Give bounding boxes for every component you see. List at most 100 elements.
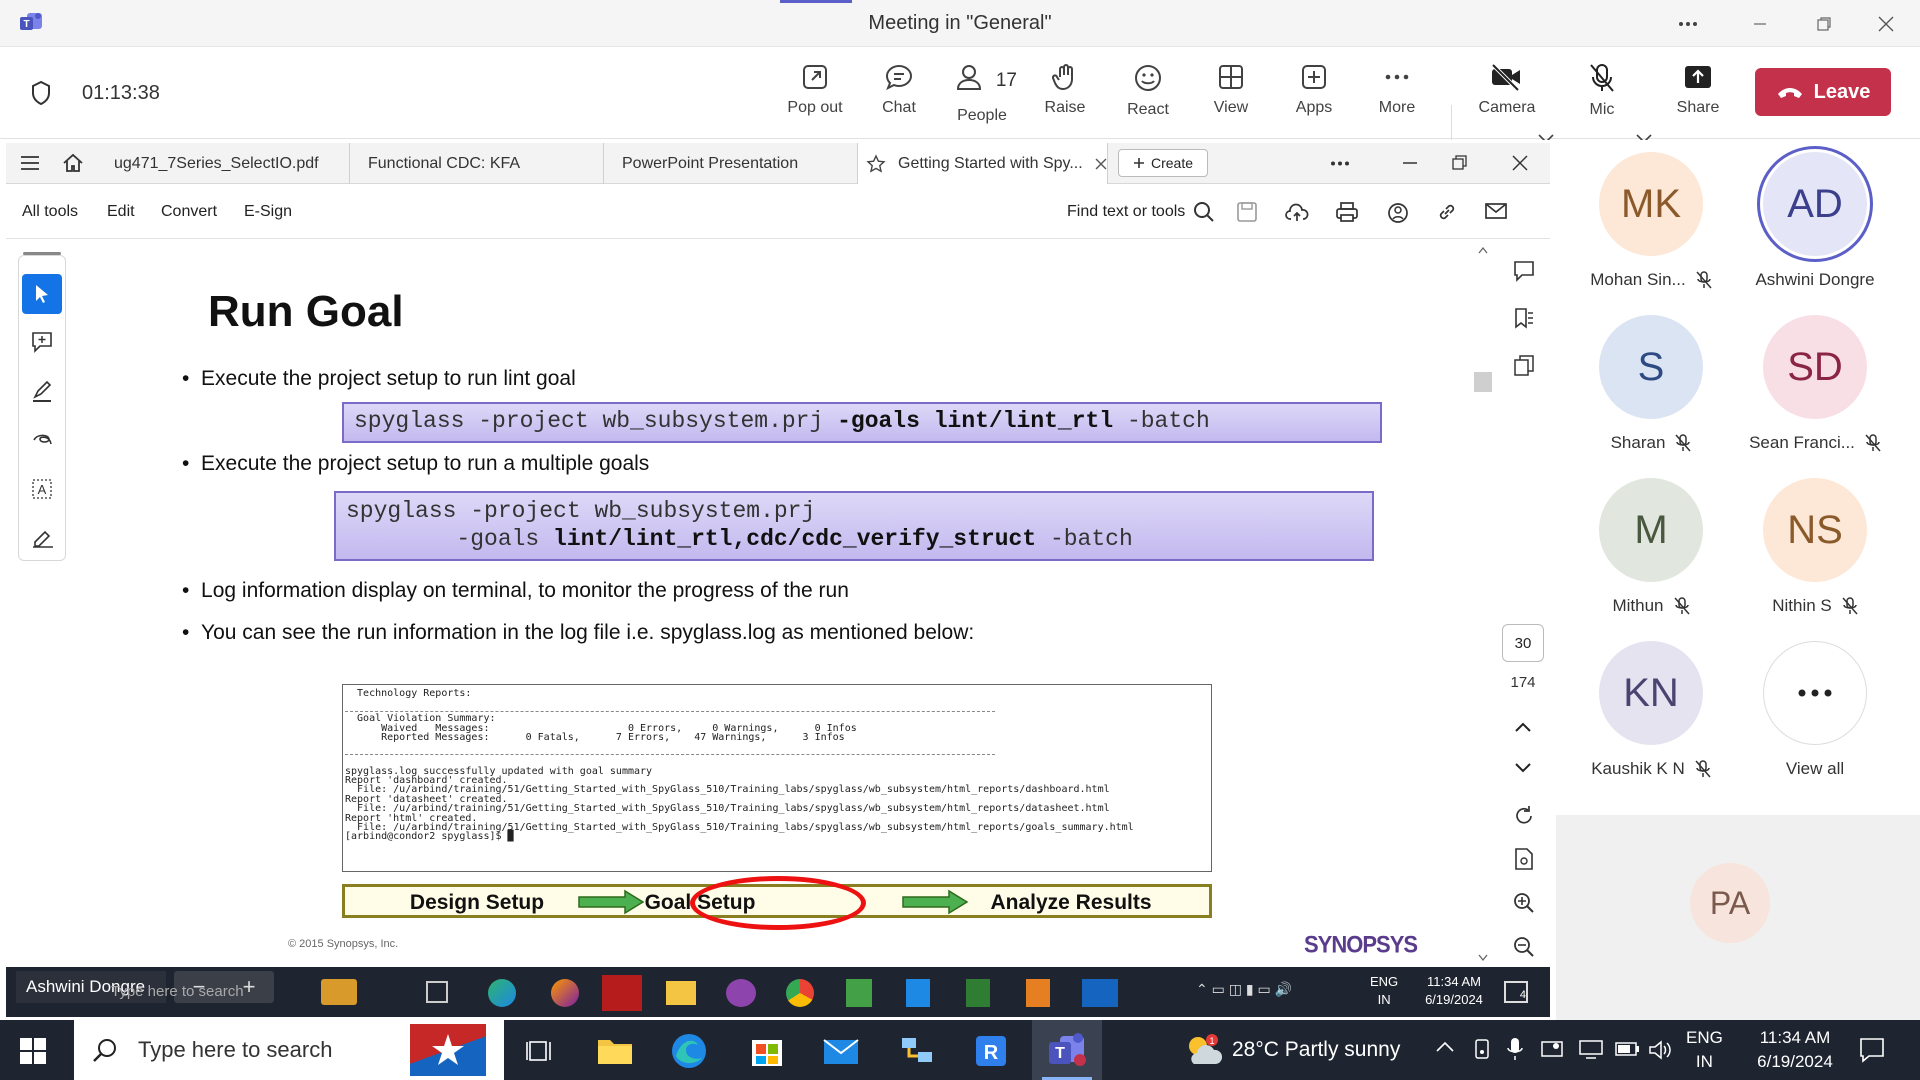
- close-tab-icon[interactable]: [1095, 158, 1107, 170]
- inner-app-icon[interactable]: [846, 979, 872, 1007]
- taskbar-search-box[interactable]: Type here to search: [74, 1020, 504, 1080]
- create-button[interactable]: Create: [1118, 149, 1208, 177]
- tab-functional-cdc[interactable]: Functional CDC: KFA: [350, 143, 604, 184]
- link-icon[interactable]: [1436, 201, 1458, 223]
- next-page-icon[interactable]: [1515, 763, 1531, 773]
- inner-doc-icon[interactable]: [906, 979, 930, 1007]
- inner-notification-icon[interactable]: 4: [1504, 981, 1528, 1003]
- print-icon[interactable]: [1335, 201, 1359, 223]
- tray-volume-icon[interactable]: [1648, 1038, 1674, 1062]
- edge-browser-icon[interactable]: [668, 1030, 710, 1072]
- weather-icon[interactable]: 1: [1182, 1032, 1222, 1068]
- inner-firefox-icon[interactable]: [551, 979, 579, 1007]
- select-tool-button[interactable]: [22, 274, 62, 314]
- email-icon[interactable]: [1485, 202, 1507, 220]
- tab-powerpoint[interactable]: PowerPoint Presentation: [604, 143, 858, 184]
- mail-icon[interactable]: [820, 1030, 862, 1072]
- participant-tile[interactable]: SD Sean Franci...: [1735, 315, 1895, 453]
- windows-start-icon[interactable]: [20, 1038, 46, 1064]
- inner-app-icon[interactable]: [1026, 979, 1050, 1007]
- tray-battery-icon[interactable]: [1614, 1040, 1640, 1058]
- home-icon[interactable]: [62, 153, 84, 173]
- tab-getting-started[interactable]: Getting Started with Spy...: [858, 143, 1108, 184]
- leave-button[interactable]: Leave: [1755, 68, 1891, 116]
- inner-clock[interactable]: 11:34 AM 6/19/2024: [1414, 973, 1494, 1009]
- acrobat-close-button[interactable]: [1512, 155, 1528, 171]
- inner-app-icon[interactable]: [726, 979, 756, 1007]
- restore-button[interactable]: [1810, 10, 1838, 38]
- microsoft-store-icon[interactable]: [746, 1030, 788, 1072]
- find-tools-field[interactable]: Find text or tools: [1067, 203, 1185, 221]
- zoom-out-icon[interactable]: [1513, 936, 1535, 958]
- people-button[interactable]: 17 People: [947, 63, 1017, 125]
- weather-text[interactable]: 28°C Partly sunny: [1232, 1038, 1400, 1062]
- rotate-icon[interactable]: [1513, 805, 1535, 827]
- scroll-thumb[interactable]: [1474, 372, 1492, 392]
- text-box-icon[interactable]: A: [31, 478, 53, 500]
- tray-mic-icon[interactable]: [1506, 1036, 1524, 1062]
- acrobat-restore-button[interactable]: [1452, 155, 1468, 171]
- apps-button[interactable]: Apps: [1279, 63, 1349, 117]
- scroll-down-icon[interactable]: [1478, 954, 1488, 962]
- zoom-in-control[interactable]: +: [243, 974, 256, 1000]
- task-view-icon[interactable]: [526, 1038, 554, 1064]
- more-options-icon[interactable]: [1674, 10, 1702, 38]
- tray-network-icon[interactable]: [1578, 1038, 1604, 1060]
- teams-taskbar-button[interactable]: T: [1032, 1020, 1102, 1080]
- page-extract-icon[interactable]: [1513, 847, 1535, 871]
- inner-mail-icon[interactable]: [1082, 979, 1118, 1007]
- view-all-button[interactable]: View all: [1735, 641, 1895, 779]
- inner-edge-icon[interactable]: [488, 979, 516, 1007]
- menu-esign[interactable]: E-Sign: [244, 203, 292, 221]
- tab-overflow-icon[interactable]: [1330, 161, 1350, 166]
- participant-tile[interactable]: M Mithun: [1571, 478, 1731, 616]
- draw-freehand-icon[interactable]: [31, 428, 53, 450]
- more-button[interactable]: More: [1362, 63, 1432, 117]
- inner-language[interactable]: ENG IN: [1370, 973, 1398, 1009]
- bookmarks-icon[interactable]: [1513, 307, 1535, 329]
- page-number-input[interactable]: 30: [1502, 624, 1544, 662]
- zoom-in-icon[interactable]: [1513, 892, 1535, 914]
- remote-desktop-icon[interactable]: R: [970, 1030, 1012, 1072]
- participant-tile[interactable]: MK Mohan Sin...: [1571, 152, 1731, 290]
- notification-center-icon[interactable]: [1858, 1036, 1886, 1064]
- search-icon[interactable]: [1193, 201, 1215, 223]
- doc-scrollbar[interactable]: [1470, 242, 1496, 970]
- camera-button[interactable]: Camera: [1472, 63, 1542, 117]
- upload-cloud-icon[interactable]: [1285, 201, 1309, 223]
- comments-panel-icon[interactable]: [1513, 260, 1535, 282]
- inner-acrobat-icon[interactable]: [602, 975, 642, 1011]
- mic-button[interactable]: Mic: [1567, 63, 1637, 119]
- tab-selectio-pdf[interactable]: ug471_7Series_SelectIO.pdf: [96, 143, 350, 184]
- tray-screen-icon[interactable]: [1540, 1038, 1564, 1060]
- inner-taskview-icon[interactable]: [426, 981, 448, 1003]
- chat-button[interactable]: Chat: [864, 63, 934, 117]
- menu-edit[interactable]: Edit: [107, 203, 135, 221]
- minimize-button[interactable]: [1746, 10, 1774, 38]
- share-button[interactable]: Share: [1663, 63, 1733, 117]
- share-link-user-icon[interactable]: [1386, 201, 1410, 225]
- comment-add-icon[interactable]: [31, 331, 53, 353]
- popout-button[interactable]: Pop out: [780, 63, 850, 117]
- raise-hand-button[interactable]: Raise: [1030, 63, 1100, 117]
- acrobat-minimize-button[interactable]: [1402, 155, 1418, 171]
- sign-pen-icon[interactable]: [31, 526, 55, 548]
- inner-chrome-icon[interactable]: [786, 979, 814, 1007]
- taskbar-clock[interactable]: 11:34 AM 6/19/2024: [1740, 1026, 1850, 1074]
- inner-tray-icons[interactable]: ⌃ ▭ ◫ ▮ ▭ 🔊: [1196, 981, 1326, 1005]
- react-button[interactable]: React: [1113, 63, 1183, 119]
- language-indicator[interactable]: ENG IN: [1686, 1026, 1723, 1074]
- close-window-button[interactable]: [1872, 10, 1900, 38]
- pages-panel-icon[interactable]: [1513, 354, 1535, 376]
- participant-tile[interactable]: AD Ashwini Dongre: [1735, 152, 1895, 290]
- save-icon[interactable]: [1236, 201, 1258, 223]
- view-button[interactable]: View: [1196, 63, 1266, 117]
- highlight-pen-icon[interactable]: [31, 380, 53, 402]
- previous-page-icon[interactable]: [1515, 722, 1531, 732]
- scroll-up-icon[interactable]: [1478, 246, 1488, 254]
- menu-all-tools[interactable]: All tools: [22, 203, 78, 221]
- inner-taskbar-app-icon[interactable]: [321, 979, 357, 1005]
- file-explorer-icon[interactable]: [594, 1030, 636, 1072]
- participant-tile[interactable]: S Sharan: [1571, 315, 1731, 453]
- drag-handle[interactable]: [23, 252, 61, 255]
